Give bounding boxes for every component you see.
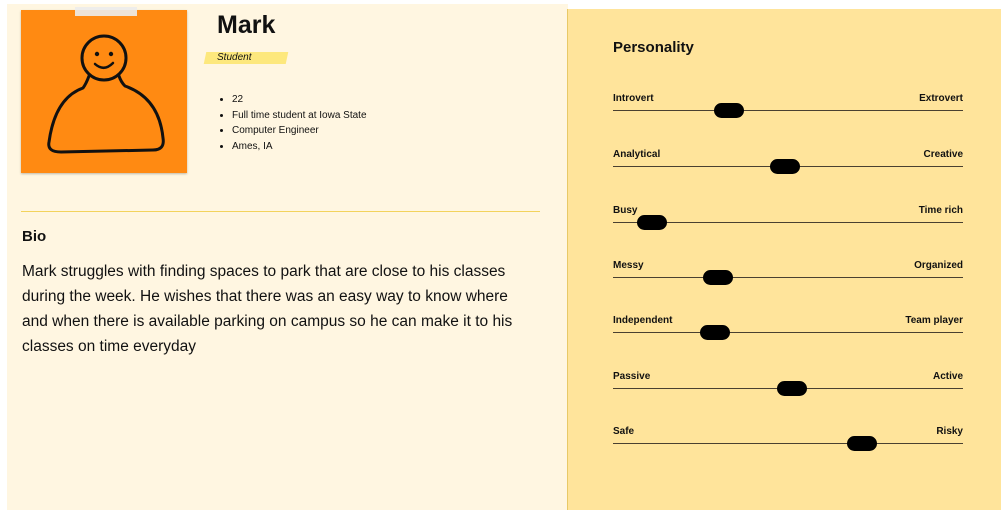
fact-major: Computer Engineer: [232, 123, 367, 139]
trait-left-label: Safe: [613, 426, 635, 437]
personality-title: Personality: [613, 39, 694, 56]
trait-slider-knob[interactable]: [846, 436, 877, 451]
trait-slider-knob[interactable]: [636, 215, 667, 230]
fact-age: 22: [232, 92, 367, 108]
trait-slider-track[interactable]: [613, 443, 963, 444]
bio-heading: Bio: [22, 228, 47, 245]
trait-messy-organized: Messy Organized: [613, 260, 963, 300]
role-label: Student: [217, 52, 252, 63]
avatar: [21, 10, 187, 173]
personality-panel: Personality Introvert Extrovert Analytic…: [567, 9, 1001, 510]
trait-slider-track[interactable]: [613, 277, 963, 278]
trait-right-label: Risky: [936, 426, 963, 437]
trait-busy-timerich: Busy Time rich: [613, 205, 963, 245]
trait-left-label: Introvert: [613, 93, 654, 104]
fact-location: Ames, IA: [232, 139, 367, 155]
trait-safe-risky: Safe Risky: [613, 426, 963, 466]
trait-right-label: Time rich: [918, 205, 963, 216]
trait-slider-knob[interactable]: [703, 270, 733, 285]
trait-independent-teamplayer: Independent Team player: [613, 315, 963, 355]
trait-slider-track[interactable]: [613, 332, 963, 333]
trait-slider-knob[interactable]: [769, 159, 800, 174]
trait-left-label: Independent: [613, 315, 673, 326]
trait-left-label: Passive: [613, 371, 651, 382]
trait-slider-knob[interactable]: [713, 103, 744, 118]
tape-strip: [75, 7, 137, 16]
trait-left-label: Analytical: [613, 149, 661, 160]
persona-name: Mark: [217, 11, 276, 39]
trait-slider-knob[interactable]: [776, 381, 807, 396]
trait-slider-knob[interactable]: [699, 325, 730, 340]
trait-right-label: Extrovert: [919, 93, 963, 104]
trait-right-label: Team player: [905, 315, 963, 326]
trait-passive-active: Passive Active: [613, 371, 963, 411]
trait-slider-track[interactable]: [613, 110, 963, 111]
trait-right-label: Creative: [923, 149, 963, 160]
trait-analytical-creative: Analytical Creative: [613, 149, 963, 189]
trait-left-label: Messy: [613, 260, 644, 271]
fact-occupation: Full time student at Iowa State: [232, 108, 367, 124]
trait-right-label: Active: [932, 371, 963, 382]
facts-list: 22 Full time student at Iowa State Compu…: [218, 92, 367, 154]
person-doodle-icon: [47, 34, 165, 154]
bio-text: Mark struggles with finding spaces to pa…: [22, 263, 513, 355]
trait-introvert-extrovert: Introvert Extrovert: [613, 93, 963, 133]
trait-left-label: Busy: [613, 205, 638, 216]
trait-right-label: Organized: [914, 260, 963, 271]
section-divider: [21, 211, 540, 212]
